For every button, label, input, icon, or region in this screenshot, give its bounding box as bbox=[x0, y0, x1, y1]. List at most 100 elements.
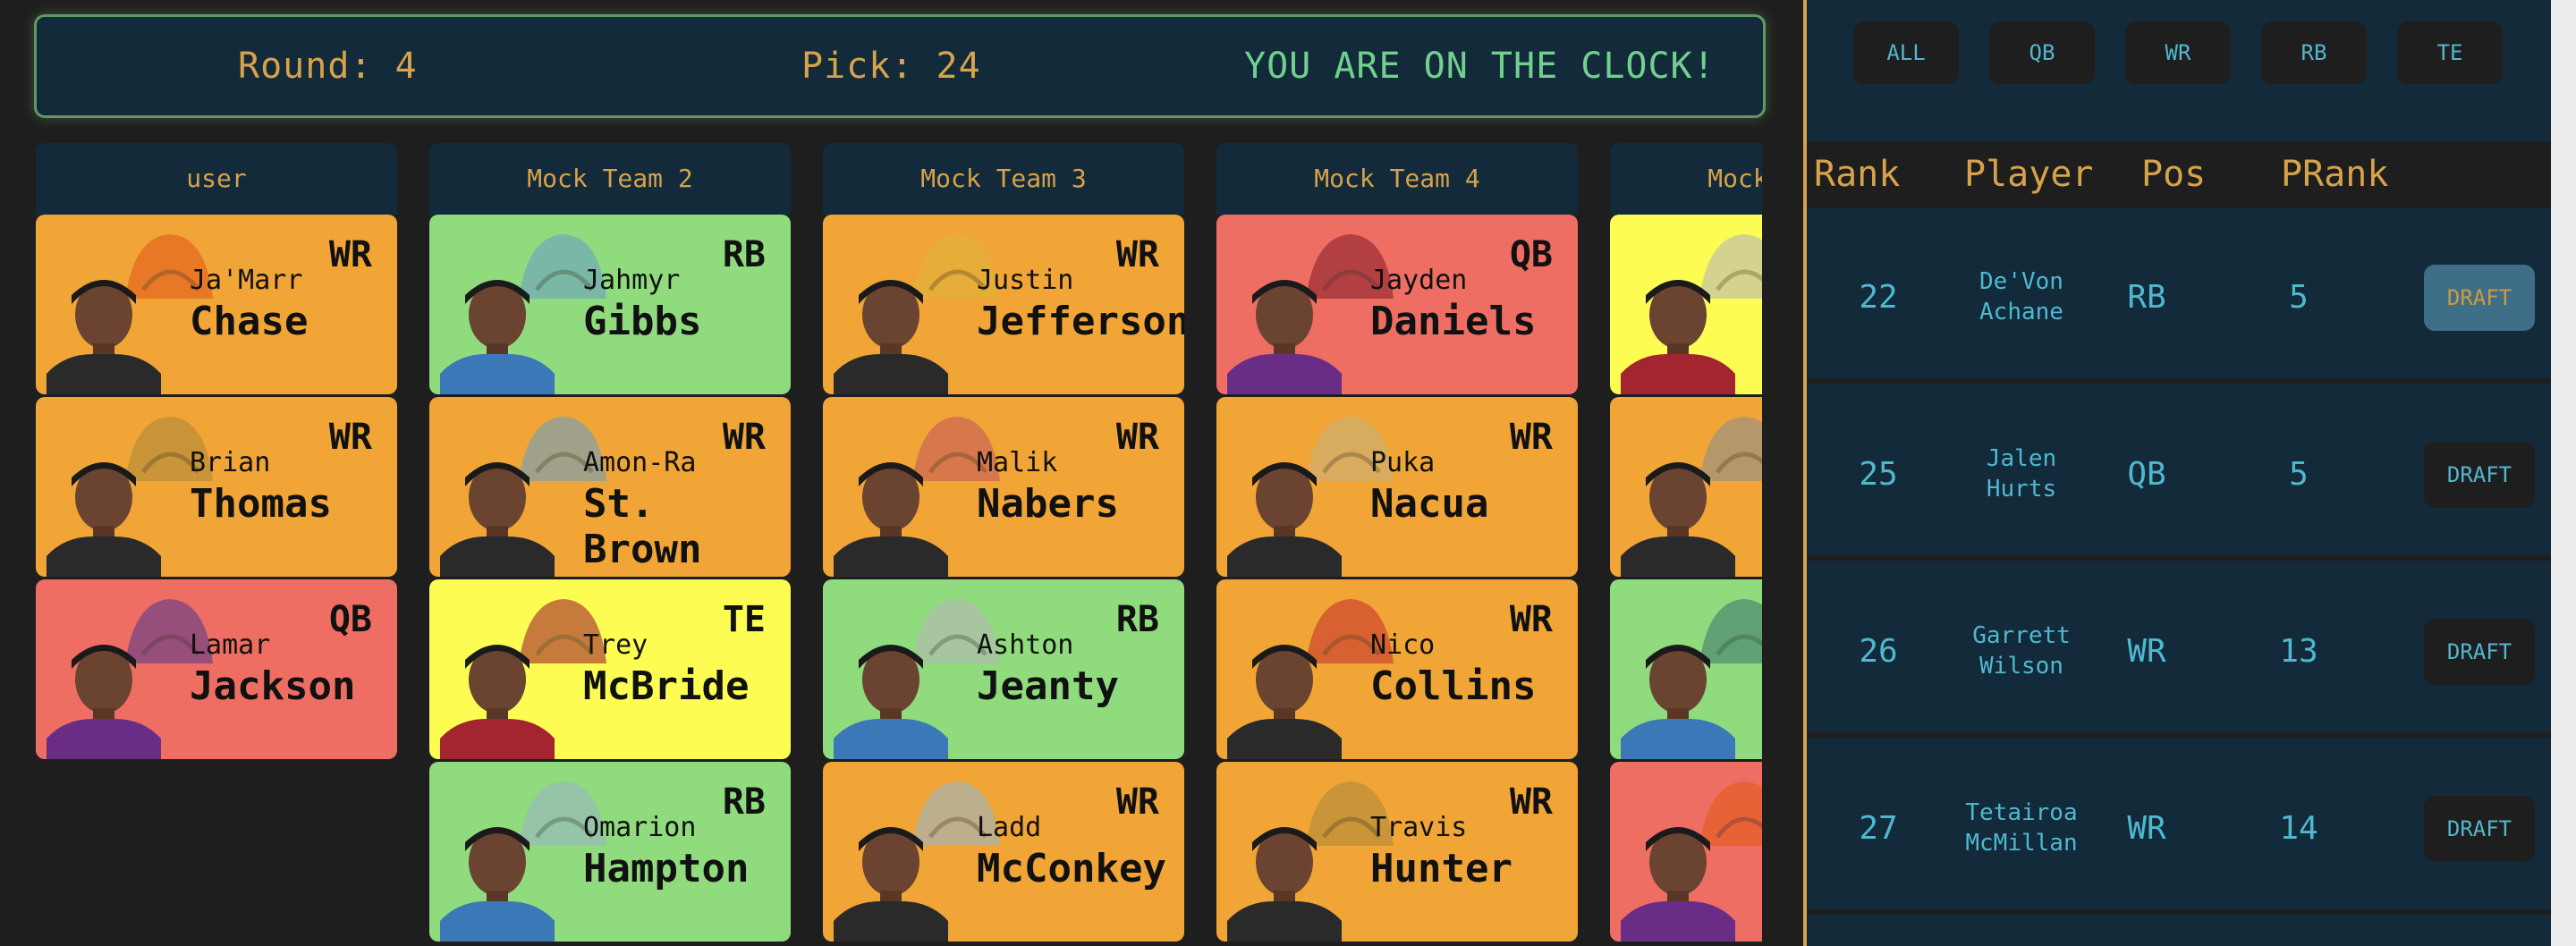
position-rank: 14 bbox=[2279, 810, 2318, 847]
filter-qb-button[interactable]: QB bbox=[1989, 21, 2095, 84]
player-card[interactable]: WR Justin Jefferson bbox=[823, 215, 1184, 394]
player-name: Jalen Hurts bbox=[1932, 443, 2111, 504]
player-first-name: Travis bbox=[1370, 812, 1468, 843]
player-position: WR bbox=[328, 234, 372, 275]
player-position: WR bbox=[1509, 417, 1553, 458]
player-card[interactable]: QB bbox=[1610, 762, 1762, 942]
filter-wr-button[interactable]: WR bbox=[2125, 21, 2231, 84]
player-position: WR bbox=[1115, 781, 1159, 823]
player-first-name: Malik bbox=[977, 447, 1058, 478]
pick-indicator: Pick: 24 bbox=[801, 46, 981, 87]
player-last-name: Jackson bbox=[190, 663, 356, 709]
player-position: RB bbox=[722, 234, 766, 275]
player-last-name: St. Brown bbox=[583, 481, 702, 572]
player-name: Garrett Wilson bbox=[1932, 621, 2111, 681]
team-header: Mock Team 3 bbox=[823, 143, 1184, 215]
player-card[interactable]: WR Malik Nabers bbox=[823, 397, 1184, 577]
player-first-name: Omarion bbox=[583, 812, 697, 843]
filter-te-button[interactable]: TE bbox=[2397, 21, 2503, 84]
player-first-name: Puka bbox=[1370, 447, 1436, 478]
team-column: user WR Ja'Marr Chase WR Brian Thomas QB… bbox=[36, 143, 397, 762]
player-card[interactable]: WR Travis Hunter bbox=[1216, 762, 1578, 942]
player-row: 22 De'Von Achane RB 5 DRAFT bbox=[1807, 211, 2551, 384]
player-card[interactable]: WR Ja'Marr Chase bbox=[36, 215, 397, 394]
player-photo bbox=[834, 633, 948, 759]
player-header: Player bbox=[1964, 154, 2094, 195]
player-last-name: Wilson bbox=[1979, 653, 2063, 680]
player-position: TE bbox=[722, 599, 766, 640]
player-photo bbox=[440, 815, 555, 942]
player-position: RB bbox=[1115, 599, 1159, 640]
player-photo bbox=[440, 268, 555, 394]
player-first-name: Trey bbox=[583, 629, 648, 661]
player-photo bbox=[47, 633, 161, 759]
pos-header: Pos bbox=[2141, 154, 2207, 195]
player-last-name: Hampton bbox=[583, 846, 750, 891]
draft-button[interactable]: DRAFT bbox=[2424, 796, 2535, 862]
player-table-header: Rank Player Pos PRank bbox=[1807, 141, 2551, 207]
player-last-name: Nacua bbox=[1370, 481, 1489, 527]
draft-board[interactable]: user WR Ja'Marr Chase WR Brian Thomas QB… bbox=[0, 143, 1762, 946]
player-rank: 26 bbox=[1859, 633, 1898, 670]
round-indicator: Round: 4 bbox=[238, 46, 418, 87]
player-card[interactable]: TE Trey McBride bbox=[429, 579, 791, 759]
position-rank: 5 bbox=[2289, 279, 2309, 316]
rank-header: Rank bbox=[1814, 154, 1901, 195]
player-last-name: Hurts bbox=[1986, 476, 2057, 503]
player-card[interactable]: WR Ladd McConkey bbox=[823, 762, 1184, 942]
team-column: Mock Team 3 WR Justin Jefferson WR Malik… bbox=[823, 143, 1184, 944]
player-card[interactable]: WR Amon-Ra St. Brown bbox=[429, 397, 791, 577]
player-name: Tetairoa McMillan bbox=[1932, 798, 2111, 858]
player-row: 26 Garrett Wilson WR 13 DRAFT bbox=[1807, 565, 2551, 738]
team-column: Mock Team 5 TE WR bbox=[1610, 143, 1762, 944]
player-photo bbox=[440, 633, 555, 759]
player-photo bbox=[1227, 633, 1342, 759]
player-position: WR bbox=[1509, 599, 1553, 640]
team-header: Mock Team 5 bbox=[1610, 143, 1762, 215]
player-position: QB bbox=[2127, 456, 2166, 493]
player-card[interactable]: WR Nico Collins bbox=[1216, 579, 1578, 759]
player-card[interactable]: RB bbox=[1610, 579, 1762, 759]
player-card[interactable]: QB Lamar Jackson bbox=[36, 579, 397, 759]
player-card[interactable]: RB Jahmyr Gibbs bbox=[429, 215, 791, 394]
player-card[interactable]: WR bbox=[1610, 397, 1762, 577]
player-position: WR bbox=[722, 417, 766, 458]
player-card[interactable]: WR Puka Nacua bbox=[1216, 397, 1578, 577]
player-row: 27 Tetairoa McMillan WR 14 DRAFT bbox=[1807, 742, 2551, 915]
filter-rb-button[interactable]: RB bbox=[2261, 21, 2367, 84]
player-position: WR bbox=[2127, 633, 2166, 670]
player-card[interactable]: QB Jayden Daniels bbox=[1216, 215, 1578, 394]
player-first-name: Ladd bbox=[977, 812, 1042, 843]
player-card[interactable]: TE bbox=[1610, 215, 1762, 394]
team-header: Mock Team 4 bbox=[1216, 143, 1578, 215]
player-first-name: Ashton bbox=[977, 629, 1074, 661]
player-rank: 22 bbox=[1859, 279, 1898, 316]
draft-button[interactable]: DRAFT bbox=[2424, 265, 2535, 331]
player-first-name: Garrett bbox=[1972, 622, 2071, 649]
position-rank: 5 bbox=[2289, 456, 2309, 493]
player-photo bbox=[47, 451, 161, 577]
player-last-name: Chase bbox=[190, 299, 309, 344]
player-first-name: Jalen bbox=[1986, 445, 2057, 472]
player-last-name: McMillan bbox=[1965, 830, 2078, 857]
player-card[interactable]: RB Omarion Hampton bbox=[429, 762, 791, 942]
draft-status-bar: Round: 4 Pick: 24 YOU ARE ON THE CLOCK! bbox=[34, 14, 1766, 118]
player-photo bbox=[1227, 451, 1342, 577]
player-photo bbox=[1621, 451, 1735, 577]
player-card[interactable]: RB Ashton Jeanty bbox=[823, 579, 1184, 759]
player-position: RB bbox=[2127, 279, 2166, 316]
player-last-name: Collins bbox=[1370, 663, 1537, 709]
player-last-name: Hunter bbox=[1370, 846, 1513, 891]
player-first-name: Jayden bbox=[1370, 265, 1468, 296]
draft-button[interactable]: DRAFT bbox=[2424, 442, 2535, 508]
page-scrollbar[interactable] bbox=[2551, 0, 2576, 946]
team-column: Mock Team 2 RB Jahmyr Gibbs WR Amon-Ra S… bbox=[429, 143, 791, 944]
player-card[interactable]: WR Brian Thomas bbox=[36, 397, 397, 577]
draft-button[interactable]: DRAFT bbox=[2424, 619, 2535, 685]
filter-all-button[interactable]: ALL bbox=[1853, 21, 1959, 84]
team-header: Mock Team 2 bbox=[429, 143, 791, 215]
player-last-name: McBride bbox=[583, 663, 750, 709]
player-first-name: Lamar bbox=[190, 629, 271, 661]
player-rank: 27 bbox=[1859, 810, 1898, 847]
player-position: QB bbox=[328, 599, 372, 640]
